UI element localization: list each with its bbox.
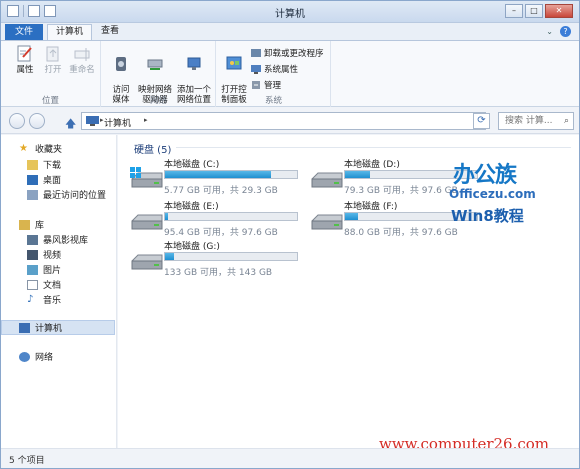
manage-button[interactable]: 管理 (251, 79, 281, 91)
music-icon: ♪ (27, 293, 34, 305)
video-library-icon (27, 234, 38, 245)
tab-file[interactable]: 文件 (5, 24, 43, 40)
rename-button[interactable]: 重命名 (67, 45, 97, 75)
properties-button[interactable]: 属性 (11, 45, 39, 75)
drive-usage-fill (165, 171, 271, 178)
hard-drive-icon (311, 214, 343, 230)
explorer-window: 计算机 – □ ✕ 文件 计算机 查看 ⌄ ? 属性 打开 重命名 位置 访问 … (0, 0, 580, 469)
nav-videos[interactable]: 视频 (1, 247, 115, 262)
tab-view[interactable]: 查看 (93, 24, 127, 40)
minimize-button[interactable]: – (505, 4, 523, 18)
computer-icon (19, 322, 30, 333)
nav-desktop[interactable]: 桌面 (1, 172, 115, 187)
download-folder-icon (27, 159, 38, 170)
system-drive-icon (130, 167, 163, 188)
desktop-icon (27, 174, 38, 185)
refresh-button[interactable]: ⟳ (473, 113, 490, 129)
star-icon: ★ (19, 142, 28, 154)
drive-usage-bar (164, 252, 298, 261)
nav-documents[interactable]: 文档 (1, 277, 115, 292)
nav-downloads[interactable]: 下载 (1, 157, 115, 172)
drive-g[interactable]: 本地磁盘 (G:) 133 GB 可用，共 143 GB (130, 239, 300, 278)
back-button[interactable] (9, 113, 25, 129)
watermark-logo: 办公族 Officezu.com Win8教程 (449, 163, 536, 225)
group-divider (176, 147, 571, 148)
network-drive-icon (147, 59, 163, 70)
drive-e[interactable]: 本地磁盘 (E:) 95.4 GB 可用，共 97.6 GB (130, 199, 300, 238)
ribbon-expand-icon[interactable]: ⌄ (546, 27, 553, 36)
drive-usage-fill (165, 213, 168, 220)
control-panel-icon (226, 56, 242, 70)
group-system-label: 系统 (264, 96, 282, 106)
ribbon: 属性 打开 重命名 位置 访问 媒体 映射网络 驱动器 添加一个 网络位置 网络… (1, 40, 579, 108)
group-header[interactable]: 硬盘 (5) (134, 141, 171, 156)
drive-usage-bar (164, 212, 298, 221)
address-row: 🡅 ▸ 计算机 ▸ ▾ ⟳ ⌕ (1, 107, 579, 134)
nav-recent[interactable]: 最近访问的位置 (1, 187, 115, 202)
group-system: 打开控 制面板 卸载或更改程序 系统属性 管理 系统 (217, 41, 331, 108)
breadcrumb-chevron-icon[interactable]: ▸ (144, 116, 148, 124)
breadcrumb-chevron-icon[interactable]: ▸ (100, 116, 104, 124)
nav-favorites[interactable]: ★ 收藏夹 (1, 141, 115, 156)
open-icon (46, 46, 59, 62)
system-properties-button[interactable]: 系统属性 (251, 63, 298, 75)
group-location: 属性 打开 重命名 位置 (1, 41, 101, 108)
window-title: 计算机 (275, 9, 305, 20)
up-arrow-icon[interactable]: 🡅 (65, 115, 76, 134)
system-properties-icon (251, 65, 261, 74)
search-icon[interactable]: ⌕ (564, 116, 569, 126)
group-network: 访问 媒体 映射网络 驱动器 添加一个 网络位置 网络 (102, 41, 216, 108)
hard-drive-icon (131, 214, 163, 230)
help-icon[interactable]: ? (560, 26, 571, 37)
picture-icon (27, 264, 38, 275)
search-box[interactable]: ⌕ (498, 112, 574, 130)
ribbon-tabs: 文件 计算机 查看 ⌄ ? (1, 23, 579, 40)
close-button[interactable]: ✕ (545, 4, 573, 18)
maximize-button[interactable]: □ (525, 4, 543, 18)
navigation-pane: ★ 收藏夹 下载 桌面 最近访问的位置 库 暴风影视库 视频 图片 文档 ♪ 音乐 (1, 135, 117, 448)
item-count: 5 个项目 (9, 456, 45, 466)
group-location-label: 位置 (41, 96, 59, 106)
status-bar: 5 个项目 (1, 448, 579, 468)
tab-computer[interactable]: 计算机 (47, 24, 93, 40)
drive-usage-fill (165, 253, 175, 260)
media-icon (116, 57, 126, 71)
uninstall-programs-button[interactable]: 卸载或更改程序 (251, 47, 324, 59)
nav-pictures[interactable]: 图片 (1, 262, 115, 277)
group-network-label: 网络 (149, 96, 167, 106)
computer-icon (86, 116, 99, 126)
manage-icon (252, 81, 260, 89)
nav-computer[interactable]: 计算机 (1, 320, 115, 335)
nav-music[interactable]: ♪ 音乐 (1, 292, 115, 307)
window-controls: – □ ✕ (505, 4, 573, 18)
nav-storm[interactable]: 暴风影视库 (1, 232, 115, 247)
nav-network[interactable]: 网络 (1, 349, 115, 364)
network-location-icon (187, 57, 201, 70)
drive-usage-fill (345, 213, 359, 220)
nav-libraries[interactable]: 库 (1, 217, 115, 232)
video-icon (27, 249, 38, 260)
drive-usage-bar (164, 170, 298, 179)
drive-usage-fill (345, 171, 371, 178)
open-button[interactable]: 打开 (41, 45, 65, 75)
network-icon (19, 351, 30, 362)
drive-c[interactable]: 本地磁盘 (C:) 5.77 GB 可用，共 29.3 GB (130, 157, 300, 196)
document-icon (27, 279, 38, 290)
hard-drive-icon (131, 254, 163, 270)
properties-icon (17, 45, 32, 62)
forward-button[interactable] (29, 113, 45, 129)
library-icon (19, 219, 30, 230)
title-bar: 计算机 – □ ✕ (1, 1, 579, 23)
hard-drive-icon (311, 172, 343, 188)
breadcrumb[interactable]: 计算机 (104, 116, 131, 129)
rename-icon (74, 48, 90, 61)
uninstall-icon (251, 49, 261, 57)
address-bar[interactable]: ▸ 计算机 ▸ ▾ (81, 112, 486, 130)
search-input[interactable] (499, 113, 559, 129)
recent-places-icon (27, 189, 38, 200)
